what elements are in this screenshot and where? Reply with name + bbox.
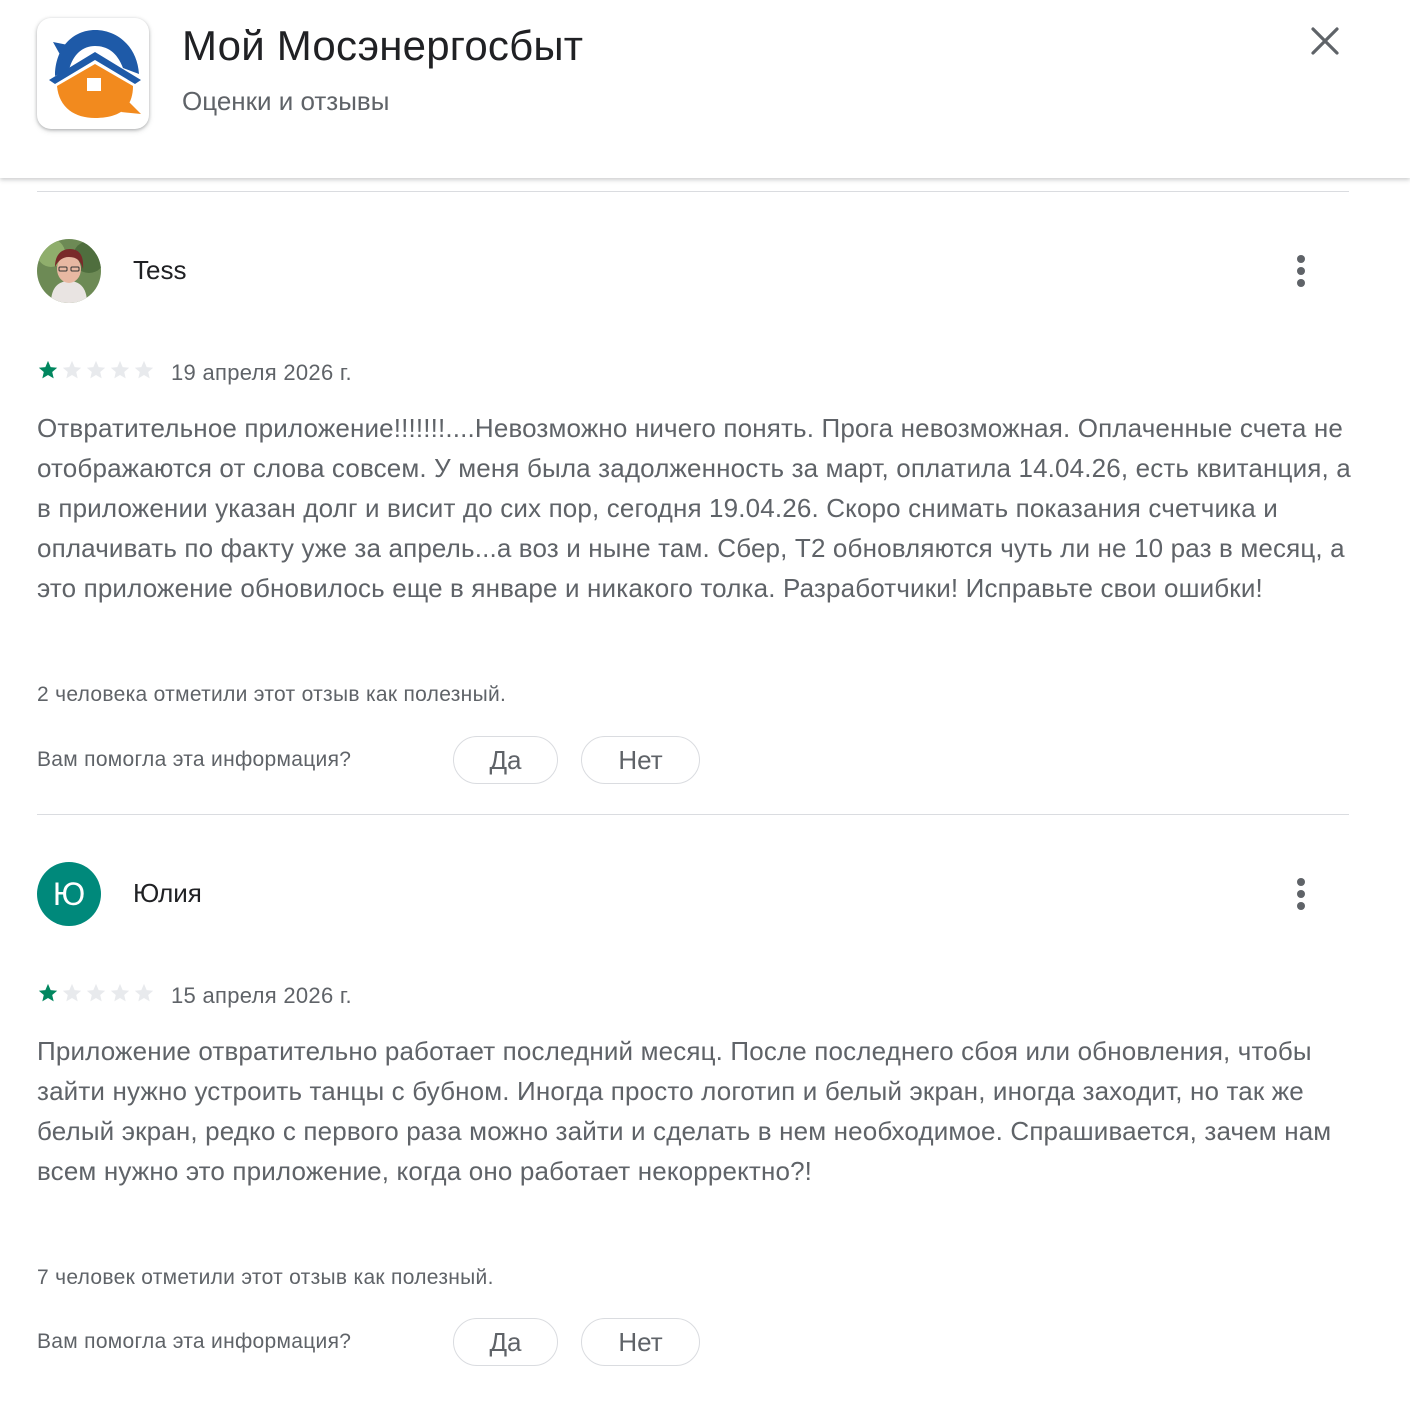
- star-icon: [86, 360, 106, 379]
- star-icon: [38, 360, 58, 379]
- app-logo-icon: [37, 18, 149, 129]
- more-vert-icon[interactable]: [1281, 874, 1321, 914]
- close-icon[interactable]: [1300, 18, 1350, 68]
- review-author: Tess: [133, 255, 187, 285]
- avatar: Ю: [37, 862, 101, 926]
- review-text: Приложение отвратительно работает послед…: [37, 1036, 1332, 1186]
- helpful-no-button[interactable]: Нет: [581, 1318, 700, 1366]
- star-rating: [37, 359, 157, 383]
- divider: [37, 191, 1349, 192]
- helpful-question: Вам помогла эта информация?: [37, 1330, 352, 1353]
- helpful-yes-button[interactable]: Да: [453, 736, 558, 784]
- star-icon: [62, 360, 82, 379]
- app-title: Мой Мосэнергосбыт: [182, 22, 584, 69]
- app-header: Мой Мосэнергосбыт Оценки и отзывы: [0, 0, 1410, 178]
- star-icon: [110, 360, 130, 379]
- star-rating: [37, 982, 157, 1006]
- more-vert-icon[interactable]: [1281, 251, 1321, 291]
- star-icon: [62, 983, 82, 1002]
- page-subtitle: Оценки и отзывы: [182, 86, 390, 116]
- helpful-yes-button[interactable]: Да: [453, 1318, 558, 1366]
- divider: [37, 814, 1349, 815]
- review-text: Отвратительное приложение!!!!!!!....Нево…: [37, 413, 1351, 603]
- helpful-count: 2 человека отметили этот отзыв как полез…: [37, 683, 507, 706]
- review-date: 15 апреля 2026 г.: [171, 983, 352, 1008]
- star-icon: [134, 983, 154, 1002]
- star-icon: [134, 360, 154, 379]
- star-icon: [38, 983, 58, 1002]
- helpful-no-button[interactable]: Нет: [581, 736, 700, 784]
- helpful-count: 7 человек отметили этот отзыв как полезн…: [37, 1266, 494, 1289]
- star-icon: [110, 983, 130, 1002]
- review-date: 19 апреля 2026 г.: [171, 360, 352, 385]
- avatar: [37, 239, 101, 303]
- review-author: Юлия: [133, 878, 202, 908]
- star-icon: [86, 983, 106, 1002]
- helpful-question: Вам помогла эта информация?: [37, 748, 352, 771]
